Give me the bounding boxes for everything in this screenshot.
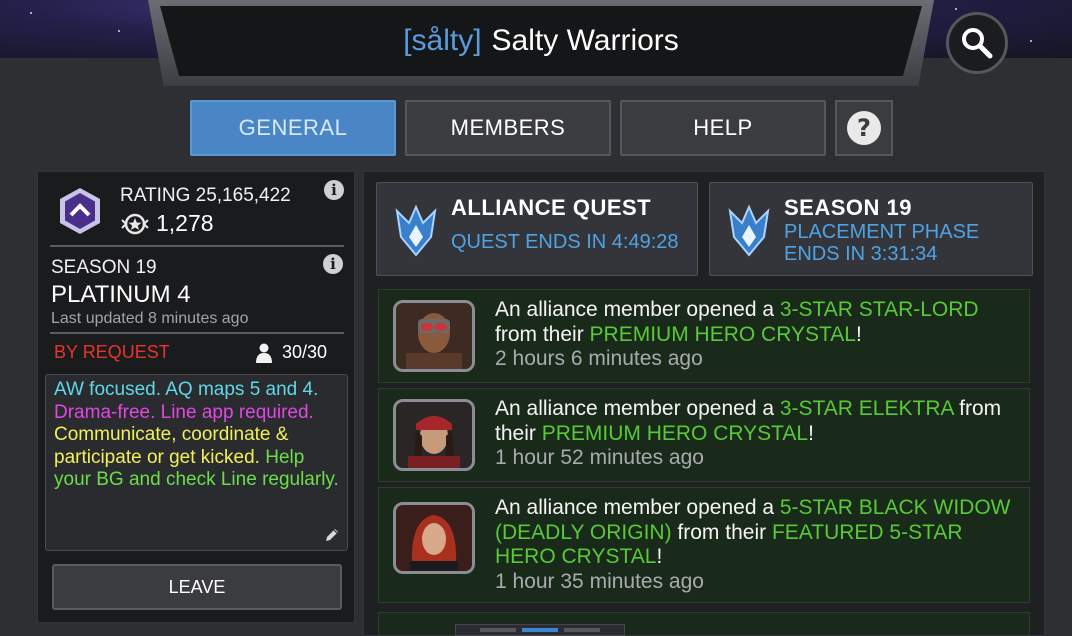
- rating-section: RATING 25,165,422 1,278 i: [56, 180, 346, 242]
- activity-panel: ALLIANCE QUEST QUEST ENDS IN 4:49:28 SEA…: [363, 171, 1045, 636]
- member-icon: [256, 343, 272, 363]
- feed-message: An alliance member opened a 3-STAR ELEKT…: [495, 397, 1025, 471]
- tab-members[interactable]: MEMBERS: [405, 100, 611, 156]
- feed-timestamp: 1 hour 35 minutes ago: [495, 569, 704, 593]
- edit-icon[interactable]: [323, 526, 341, 544]
- help-button[interactable]: ?: [835, 100, 893, 156]
- alliance-overview-panel: RATING 25,165,422 1,278 i SEASON 19 i PL…: [37, 171, 355, 623]
- tab-general[interactable]: GENERAL: [190, 100, 396, 156]
- page-dot: [564, 628, 600, 632]
- event-title: SEASON 19: [784, 195, 912, 220]
- rating-emblem-icon: [60, 188, 100, 234]
- search-button[interactable]: [946, 12, 1008, 74]
- feed-text: !: [855, 322, 862, 346]
- tab-bar: GENERAL MEMBERS HELP: [190, 100, 826, 156]
- champion-portrait: [393, 502, 475, 574]
- rating-value: RATING 25,165,422: [120, 185, 291, 206]
- champion-name: 3-STAR STAR-LORD: [779, 298, 979, 321]
- feed-item: An alliance member opened a 5-STAR BLACK…: [378, 487, 1030, 603]
- elektra-portrait-icon: [396, 402, 472, 468]
- star-lord-portrait-icon: [396, 303, 472, 369]
- alliance-description: AW focused. AQ maps 5 and 4. Drama-free.…: [45, 374, 348, 551]
- event-title: ALLIANCE QUEST: [451, 195, 652, 220]
- leave-button[interactable]: LEAVE: [52, 564, 342, 610]
- feed-text: from their: [671, 520, 772, 544]
- champion-portrait: [393, 399, 475, 471]
- season-info-icon[interactable]: i: [323, 254, 343, 274]
- feed-text: An alliance member opened a: [495, 298, 780, 321]
- feed-text: An alliance member opened a: [495, 496, 780, 519]
- divider: [50, 332, 344, 334]
- rating-info-icon[interactable]: i: [324, 180, 344, 200]
- event-countdown: QUEST ENDS IN 4:49:28: [451, 231, 679, 253]
- feed-text: !: [808, 421, 814, 445]
- alliance-points: 1,278: [120, 210, 214, 237]
- season-tier: PLATINUM 4: [51, 281, 191, 308]
- page-indicator: [455, 624, 625, 636]
- feed-text: !: [656, 545, 663, 568]
- join-type: BY REQUEST: [54, 342, 170, 362]
- feed-text: from their: [495, 322, 590, 346]
- season-label: SEASON 19: [51, 257, 157, 278]
- event-countdown: ENDS IN 3:31:34: [784, 243, 938, 265]
- crystal-name: PREMIUM HERO CRYSTAL: [589, 322, 856, 346]
- event-phase-line: PLACEMENT PHASE: [784, 221, 980, 243]
- search-icon: [962, 28, 993, 59]
- season-card[interactable]: SEASON 19 PLACEMENT PHASE ENDS IN 3:31:3…: [709, 182, 1033, 276]
- feed-item: An alliance member opened a 3-STAR ELEKT…: [378, 388, 1030, 482]
- divider: [50, 245, 344, 247]
- description-text: Communicate, coordinate & participate or…: [54, 424, 289, 468]
- member-count-value: 30/30: [282, 342, 328, 362]
- feed-message: An alliance member opened a 5-STAR BLACK…: [495, 496, 1025, 594]
- svg-text:?: ?: [857, 114, 871, 142]
- champion-portrait: [393, 300, 475, 372]
- page-dot: [480, 628, 516, 632]
- tab-help[interactable]: HELP: [620, 100, 826, 156]
- champion-name: 3-STAR ELEKTRA: [779, 397, 954, 420]
- alliance-quest-card[interactable]: ALLIANCE QUEST QUEST ENDS IN 4:49:28: [376, 182, 698, 276]
- alliance-name: Salty Warriors: [491, 24, 679, 57]
- alliance-points-value: 1,278: [156, 210, 214, 236]
- crystal-name: PREMIUM HERO CRYSTAL: [541, 421, 809, 445]
- alliance-tag: [sålty]: [403, 24, 482, 57]
- page-dot-active: [522, 628, 558, 632]
- member-count: 30/30: [256, 342, 327, 363]
- description-text: Drama-free. Line app required.: [54, 401, 314, 423]
- last-updated: Last updated 8 minutes ago: [51, 310, 249, 327]
- feed-text: An alliance member opened a: [495, 397, 780, 420]
- alliance-points-icon: [121, 213, 149, 234]
- alliance-quest-icon: [395, 204, 437, 257]
- feed-item: An alliance member opened a 3-STAR STAR-…: [378, 289, 1030, 383]
- description-text: AW focused. AQ maps 5 and 4.: [54, 379, 319, 400]
- feed-timestamp: 2 hours 6 minutes ago: [495, 347, 703, 370]
- black-widow-portrait-icon: [396, 505, 472, 571]
- alliance-header: [sålty] Salty Warriors: [160, 6, 922, 76]
- feed-message: An alliance member opened a 3-STAR STAR-…: [495, 298, 1025, 372]
- season-icon: [728, 204, 770, 257]
- help-icon: ?: [847, 111, 881, 145]
- event-phase: PLACEMENT PHASE ENDS IN 3:31:34: [784, 221, 979, 265]
- feed-timestamp: 1 hour 52 minutes ago: [495, 446, 704, 469]
